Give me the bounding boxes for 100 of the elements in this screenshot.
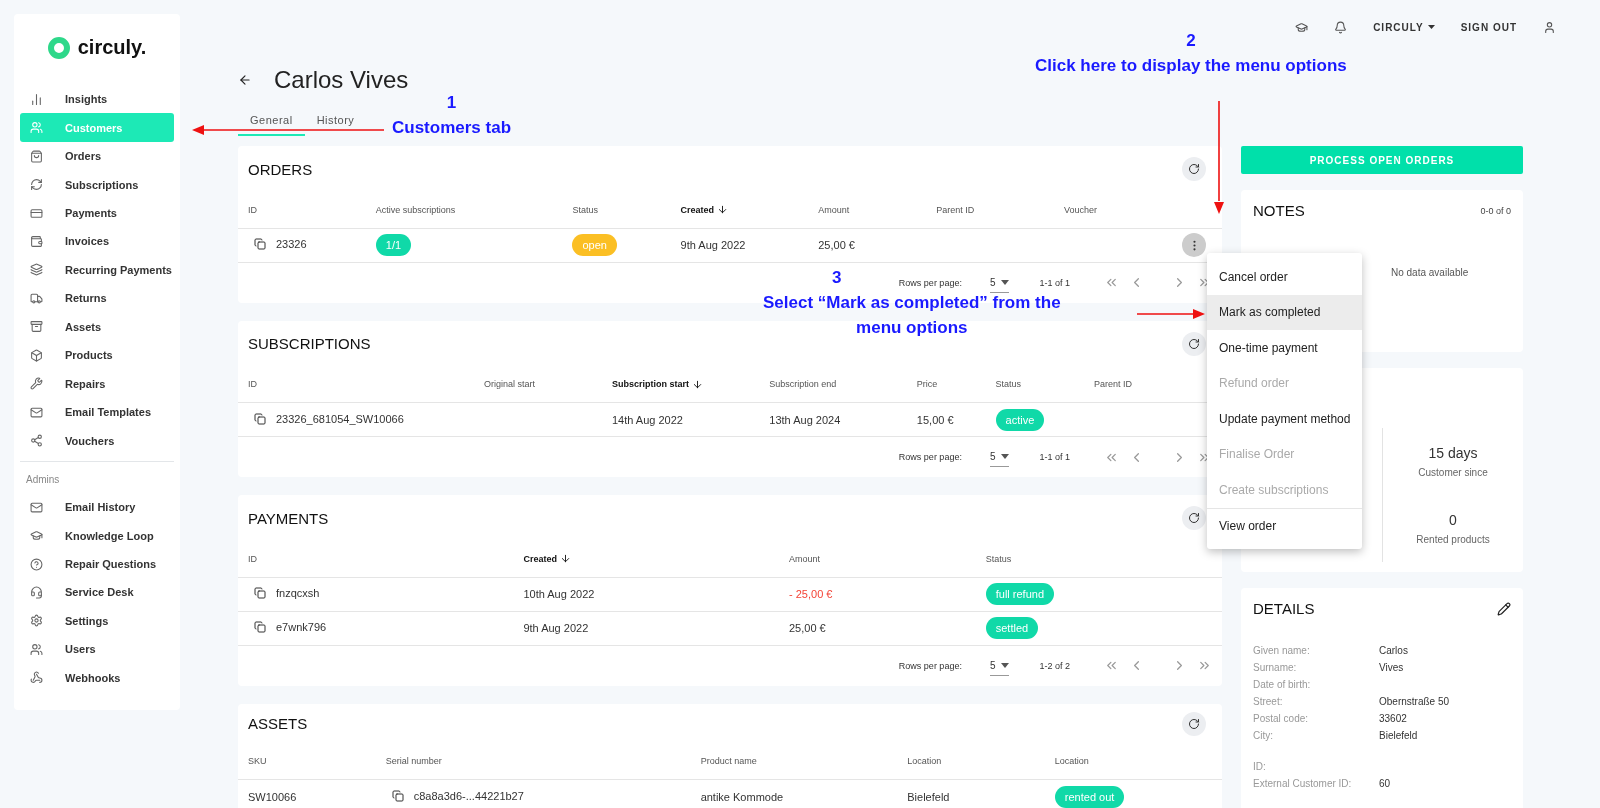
column-header[interactable]: Created (513, 541, 779, 577)
edit-button[interactable] (1497, 601, 1511, 616)
refresh-button[interactable] (1182, 506, 1206, 530)
refresh-button[interactable] (1182, 157, 1206, 181)
column-header[interactable]: Product name (690, 743, 898, 780)
sidebar-item[interactable]: Recurring Payments (20, 255, 174, 285)
stat-label: Customer since (1418, 467, 1488, 478)
sidebar-item[interactable]: Knowledge Loop (20, 521, 174, 550)
column-header[interactable]: ID (238, 366, 475, 403)
sidebar-item[interactable]: Subscriptions (20, 170, 174, 199)
sidebar-item[interactable]: Service Desk (20, 578, 174, 607)
sidebar-item[interactable]: Email Templates (20, 398, 174, 427)
logo-text: circuly. (77, 36, 147, 59)
annotation-text: Customers tab (392, 117, 512, 139)
column-header[interactable]: Original start (474, 366, 602, 403)
bell-icon (1334, 20, 1348, 34)
status-chip: open (572, 234, 617, 256)
rows-per-page-select[interactable]: 5 (989, 655, 1010, 676)
column-header[interactable]: Price (906, 366, 986, 403)
field-value: 33602 (1379, 713, 1408, 726)
column-header[interactable]: Location (897, 743, 1045, 780)
sidebar-item[interactable]: Insights (20, 85, 174, 114)
status-chip: settled (985, 617, 1039, 639)
annotation-text: menu options (856, 317, 968, 339)
card-title: DETAILS (1253, 600, 1315, 617)
sidebar-item[interactable]: Payments (20, 198, 174, 228)
table-cell: 25,00 € (779, 611, 976, 645)
id-text: e7wnk796 (276, 621, 327, 633)
column-header[interactable]: Created (670, 192, 809, 228)
sidebar-item[interactable]: Vouchers (20, 426, 174, 455)
column-header[interactable]: Active subscriptions (365, 192, 563, 228)
column-header[interactable]: Parent ID (926, 192, 1054, 228)
rows-per-page-select[interactable]: 5 (989, 272, 1010, 293)
menu-item[interactable]: Mark as completed (1207, 294, 1362, 330)
column-header[interactable]: Voucher (1054, 192, 1172, 228)
column-header[interactable]: Subscription end (759, 366, 907, 403)
sidebar-item[interactable]: Repairs (20, 369, 174, 398)
table-cell: antike Kommode (690, 779, 898, 808)
column-header[interactable]: Status (975, 541, 1202, 577)
sidebar-item[interactable]: Email History (20, 492, 174, 522)
field-value: Obernstraße 50 (1379, 696, 1451, 709)
sort-arrow-icon (559, 553, 571, 565)
graduation-cap-icon (1295, 20, 1309, 34)
card-icon (30, 206, 43, 220)
menu-item[interactable]: Cancel order (1207, 259, 1362, 295)
field-label: Street: (1253, 696, 1284, 709)
table-cell: Bielefeld (897, 779, 1045, 808)
column-header[interactable]: Amount (808, 192, 927, 228)
question-icon (30, 557, 43, 571)
column-header[interactable]: Status (562, 192, 671, 228)
field-value: 60 (1379, 778, 1392, 791)
caret-icon (1001, 662, 1010, 668)
id-text: 23326_681054_SW10066 (276, 412, 404, 425)
field-value: Vives (1379, 662, 1405, 675)
refresh-icon (1188, 337, 1200, 350)
sidebar-item[interactable]: Invoices (20, 227, 174, 256)
menu-item[interactable]: View order (1207, 507, 1362, 543)
rows-per-page-select[interactable]: 5 (989, 447, 1010, 467)
column-header[interactable]: Serial number (375, 743, 691, 780)
sidebar-item[interactable]: Settings (20, 606, 174, 636)
sidebar-item[interactable]: Webhooks (20, 663, 174, 693)
sign-out-link[interactable]: SIGN OUT (1460, 21, 1517, 33)
tab[interactable]: General (238, 110, 305, 136)
column-header[interactable]: ID (238, 192, 366, 228)
table-cell: 15,00 € (906, 402, 986, 437)
table-cell: 9th Aug 2022 (670, 228, 809, 262)
column-header[interactable]: Parent ID (1083, 366, 1202, 403)
column-header[interactable]: SKU (238, 743, 376, 780)
truck-icon (30, 291, 43, 305)
sidebar-item[interactable]: Users (20, 635, 174, 664)
account-menu[interactable]: CIRCULY (1373, 21, 1435, 33)
stat-value: 0 (1449, 512, 1457, 528)
copy-icon (254, 412, 266, 425)
page-title: Carlos Vives (274, 66, 409, 94)
field-value: Bielefeld (1379, 730, 1419, 743)
page-range: 1-2 of 2 (1039, 660, 1070, 671)
logo-icon (47, 36, 70, 59)
webhook-icon (30, 671, 43, 685)
sidebar-item[interactable]: Repair Questions (20, 549, 174, 579)
column-header[interactable]: Subscription start (601, 366, 760, 403)
column-header[interactable]: Amount (779, 541, 976, 577)
tab[interactable]: History (304, 110, 367, 136)
refresh-button[interactable] (1182, 331, 1206, 356)
column-header[interactable]: Status (985, 366, 1084, 403)
refresh-icon (1188, 717, 1200, 730)
column-header[interactable]: Location (1044, 743, 1183, 780)
graduation-cap-icon (30, 529, 43, 543)
refresh-icon (1188, 163, 1200, 175)
sidebar-item[interactable]: Assets (20, 312, 174, 342)
table-cell: - 25,00 € (779, 577, 976, 611)
more-button[interactable] (1182, 233, 1206, 257)
refresh-button[interactable] (1182, 711, 1206, 736)
caret-icon (1427, 25, 1435, 29)
sidebar-item[interactable]: Orders (20, 141, 174, 171)
sidebar-item[interactable]: Products (20, 341, 174, 370)
menu-item[interactable]: Update payment method (1207, 401, 1362, 437)
sidebar-item[interactable]: Returns (20, 284, 174, 313)
sort-arrow-icon (691, 378, 703, 390)
menu-item[interactable]: One-time payment (1207, 330, 1362, 366)
column-header[interactable]: ID (238, 541, 514, 577)
